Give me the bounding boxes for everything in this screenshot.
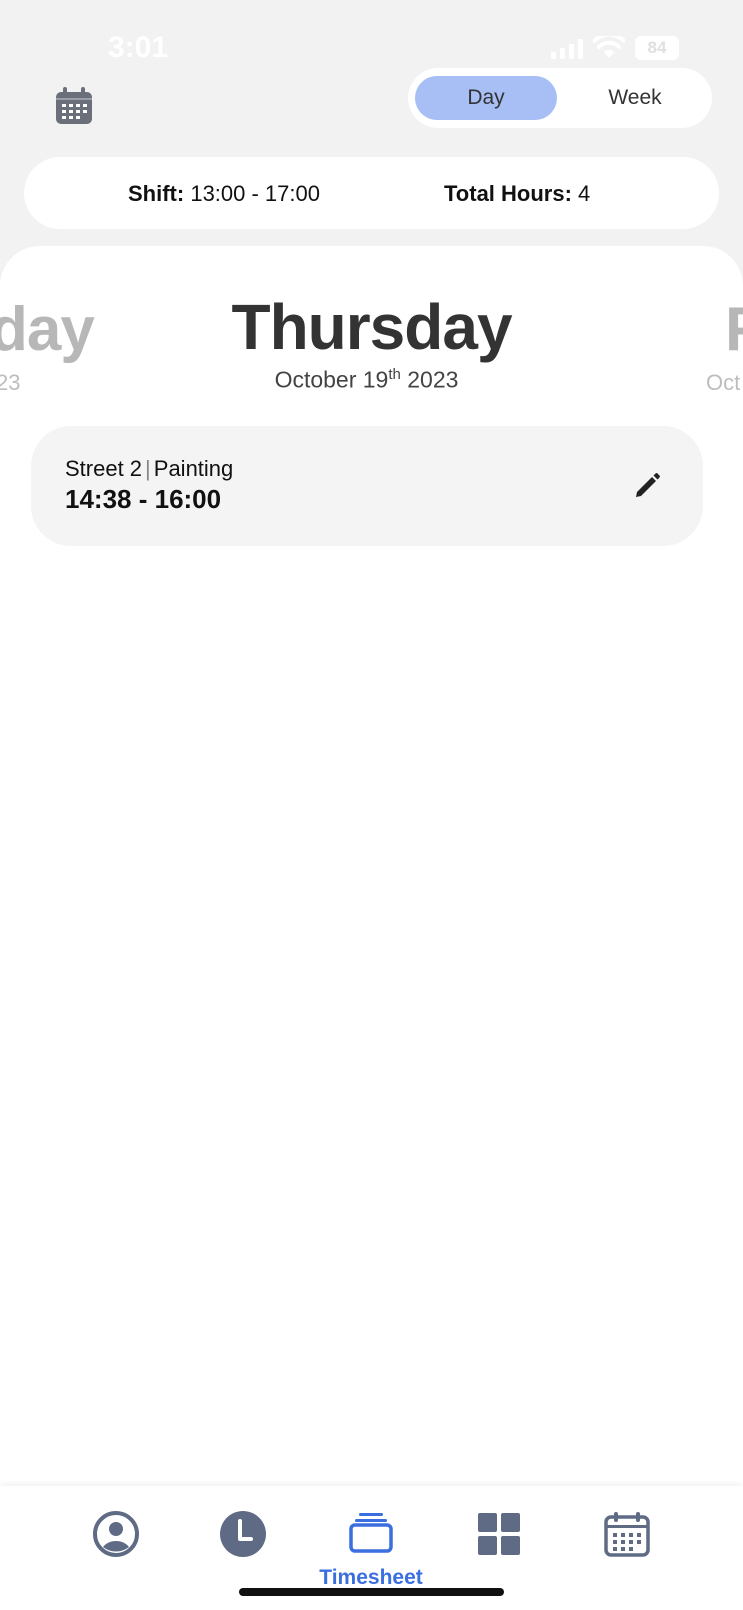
current-month-day: October 19: [274, 366, 389, 393]
total-hours-value: 4: [578, 181, 591, 206]
total-hours-info: Total Hours: 4: [444, 181, 590, 207]
current-year: 2023: [407, 366, 459, 393]
current-day-title: Thursday: [231, 291, 512, 363]
wifi-icon: [593, 36, 625, 58]
nav-dashboard[interactable]: [469, 1504, 529, 1564]
total-hours-label: Total Hours:: [444, 181, 572, 206]
entry-location-task: Street 2 | Painting: [65, 456, 233, 482]
nav-timesheet[interactable]: [341, 1504, 401, 1564]
edit-entry-button[interactable]: [627, 466, 667, 506]
toggle-week[interactable]: Week: [570, 76, 700, 120]
next-day-label[interactable]: F: [725, 294, 743, 365]
calendar-icon: [56, 87, 92, 124]
clock-icon: [220, 1511, 266, 1557]
timesheet-icon: [349, 1513, 393, 1553]
status-bar: 3:01 84: [0, 0, 743, 64]
status-time: 3:01: [108, 31, 169, 64]
shift-value: 13:00 - 17:00: [190, 181, 320, 206]
home-indicator: [239, 1588, 504, 1596]
entry-separator: |: [145, 456, 151, 481]
signal-icon: [551, 37, 583, 59]
next-day-date: Oct: [706, 370, 741, 395]
nav-clock[interactable]: [213, 1504, 273, 1564]
current-day-date: October 19th 2023: [0, 366, 733, 394]
bottom-navigation: Timesheet: [0, 1486, 743, 1610]
date-ordinal: th: [388, 366, 401, 383]
entry-task: Painting: [153, 456, 234, 481]
entry-time-range: 14:38 - 16:00: [65, 484, 222, 514]
nav-profile[interactable]: [86, 1504, 146, 1564]
time-entry-card[interactable]: Street 2 | Painting 14:38 - 16:00: [31, 426, 703, 546]
shift-label: Shift:: [128, 181, 185, 206]
battery-indicator: 84: [635, 36, 679, 60]
view-toggle: Day Week: [408, 68, 712, 128]
profile-icon: [93, 1511, 139, 1557]
dashboard-icon: [478, 1513, 520, 1555]
day-panel: day 23 Thursday October 19th 2023 F Oct …: [0, 246, 743, 1486]
nav-calendar[interactable]: [597, 1504, 657, 1564]
calendar-picker-button[interactable]: [54, 86, 94, 126]
toggle-day[interactable]: Day: [415, 76, 557, 120]
shift-info: Shift: 13:00 - 17:00: [128, 181, 320, 207]
calendar-icon: [604, 1512, 650, 1557]
shift-summary-card: Shift: 13:00 - 17:00 Total Hours: 4: [24, 157, 719, 229]
status-indicators: 84: [551, 36, 679, 60]
pencil-icon: [636, 473, 660, 497]
nav-timesheet-label[interactable]: Timesheet: [300, 1566, 442, 1590]
entry-location: Street 2: [65, 456, 143, 481]
